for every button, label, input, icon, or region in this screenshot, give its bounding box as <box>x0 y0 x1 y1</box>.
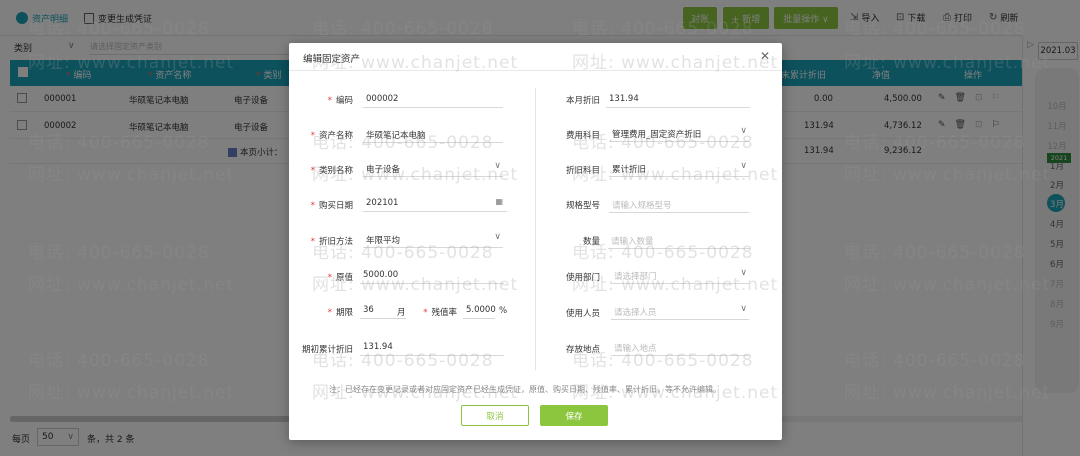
edit-restriction-note: 注：已经存在变更记录或者对应固定资产已经生成凭证，原值、购买日期、残值率、累计折… <box>329 385 721 394</box>
period-unit: 月 <box>397 308 406 318</box>
location-field[interactable]: 请输入地点 <box>611 340 749 356</box>
category-name-label: * 类别名称 <box>310 166 353 176</box>
code-field[interactable]: 000002 <box>363 92 503 108</box>
location-label: 存放地点 <box>565 345 600 355</box>
monthly-depreciation-field[interactable]: 131.94 <box>606 92 750 108</box>
purchase-date-label: * 购买日期 <box>310 201 353 211</box>
residual-rate-field[interactable]: 5.0000 <box>463 303 496 319</box>
close-icon[interactable]: ✕ <box>760 49 770 63</box>
chevron-down-icon: ∨ <box>740 161 747 171</box>
save-button[interactable]: 保存 <box>540 405 608 426</box>
dialog-header-divider <box>289 70 782 71</box>
chevron-down-icon: ∨ <box>494 161 501 171</box>
depreciation-account-value: 累计折旧 <box>612 165 647 175</box>
edit-asset-dialog: 编辑固定资产 ✕ * 编码 000002 * 资产名称 华硕笔记本电脑 * 类别名称 … <box>289 43 782 440</box>
asset-name-label: * 资产名称 <box>310 131 353 141</box>
initial-depreciation-label: 期初累计折旧 <box>301 345 353 355</box>
dialog-title: 编辑固定资产 <box>303 54 361 65</box>
department-placeholder: 请选择部门 <box>614 272 657 282</box>
depreciation-method-label: * 折旧方法 <box>310 237 353 247</box>
residual-rate-unit: % <box>499 306 508 316</box>
chevron-down-icon: ∨ <box>740 304 747 314</box>
asset-name-field[interactable]: 华硕笔记本电脑 <box>363 127 503 143</box>
user-label: 使用人员 <box>565 309 600 319</box>
original-value-label: * 原值 <box>327 273 353 283</box>
expense-account-value: 管理费用_固定资产折旧 <box>612 130 702 140</box>
department-label: 使用部门 <box>565 273 600 283</box>
residual-rate-label: * 残值率 <box>423 308 457 318</box>
user-select[interactable]: 请选择人员 ∨ <box>611 304 749 320</box>
period-label: * 期限 <box>327 308 353 318</box>
expense-account-select[interactable]: 管理费用_固定资产折旧 ∨ <box>609 126 749 142</box>
expense-account-label: 费用科目 <box>565 131 600 141</box>
spec-model-label: 规格型号 <box>565 201 600 211</box>
category-select-value: 电子设备 <box>366 165 401 175</box>
monthly-depreciation-label: 本月折旧 <box>565 96 600 106</box>
code-label: * 编码 <box>327 96 353 106</box>
category-select[interactable]: 电子设备 ∨ <box>363 161 503 177</box>
spec-model-field[interactable]: 请输入规格型号 <box>609 197 749 213</box>
department-select[interactable]: 请选择部门 ∨ <box>611 268 749 284</box>
quantity-field[interactable]: 请输入数量 <box>608 233 750 249</box>
quantity-label: 数量 <box>582 237 600 247</box>
cancel-button[interactable]: 取消 <box>461 405 529 426</box>
user-placeholder: 请选择人员 <box>614 308 657 318</box>
initial-depreciation-field[interactable]: 131.94 <box>360 340 504 356</box>
purchase-date-picker[interactable]: 202101 ▦ <box>363 196 507 212</box>
depreciation-method-value: 年限平均 <box>366 236 401 246</box>
chevron-down-icon: ∨ <box>740 126 747 136</box>
calendar-icon: ▦ <box>495 197 503 206</box>
depreciation-method-select[interactable]: 年限平均 ∨ <box>363 232 503 248</box>
purchase-date-value: 202101 <box>366 198 399 208</box>
depreciation-account-select[interactable]: 累计折旧 ∨ <box>609 161 749 177</box>
original-value-field[interactable]: 5000.00 <box>360 268 504 284</box>
chevron-down-icon: ∨ <box>494 232 501 242</box>
chevron-down-icon: ∨ <box>740 268 747 278</box>
depreciation-account-label: 折旧科目 <box>565 166 600 176</box>
